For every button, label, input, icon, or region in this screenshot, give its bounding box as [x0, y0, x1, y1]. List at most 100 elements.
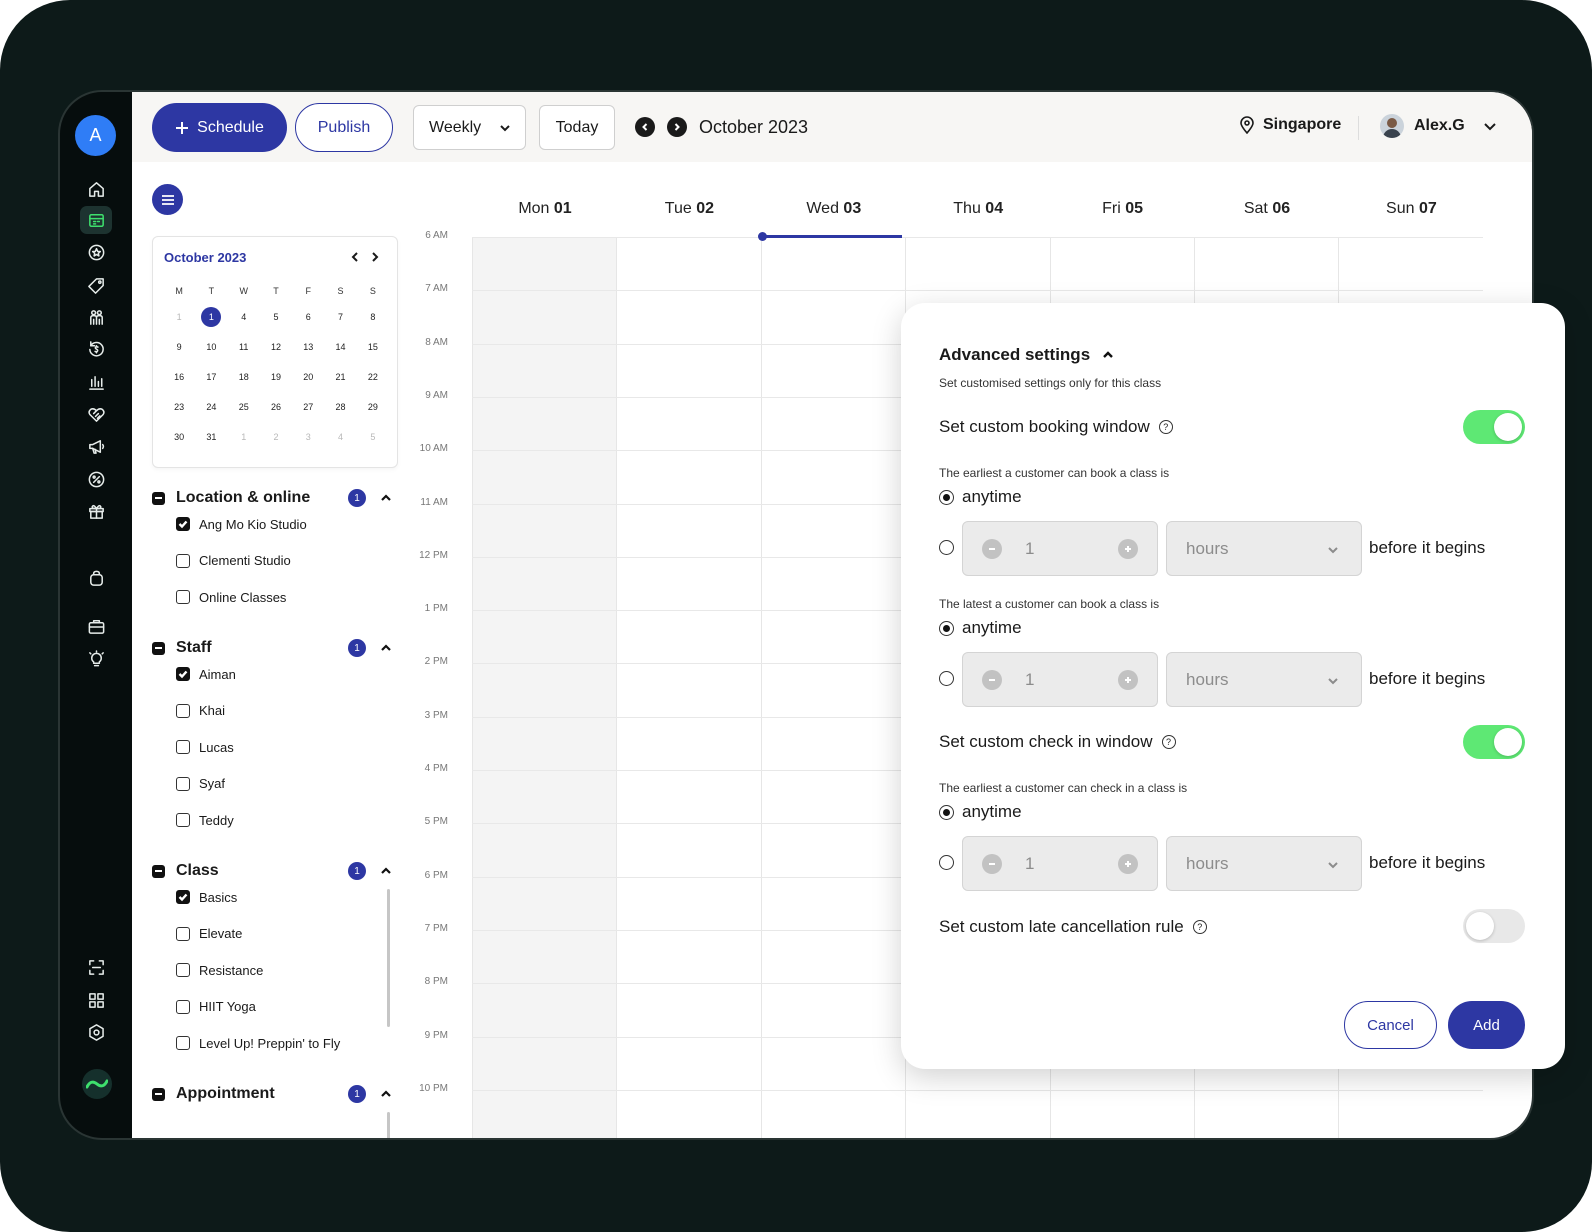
booking-earliest-anytime[interactable]: anytime: [939, 487, 1022, 507]
bar-chart-icon[interactable]: [80, 368, 112, 396]
plus-icon[interactable]: [1118, 670, 1138, 690]
refund-icon[interactable]: [80, 335, 112, 363]
scan-icon[interactable]: [80, 953, 112, 981]
handshake-icon[interactable]: [80, 400, 112, 428]
calendar-day[interactable]: 26: [260, 396, 292, 418]
calendar-day[interactable]: 5: [357, 426, 389, 448]
checkbox[interactable]: [176, 590, 190, 604]
day-header[interactable]: Wed 03: [761, 200, 907, 218]
today-button[interactable]: Today: [539, 105, 615, 150]
calendar-day[interactable]: 23: [163, 396, 195, 418]
next-week-button[interactable]: [667, 117, 687, 137]
publish-button[interactable]: Publish: [295, 103, 393, 152]
calendar-day[interactable]: 4: [228, 306, 260, 328]
calendar-day[interactable]: 12: [260, 336, 292, 358]
filter-option[interactable]: Resistance: [176, 960, 263, 980]
calendar-day[interactable]: 18: [228, 366, 260, 388]
minus-icon[interactable]: [982, 539, 1002, 559]
filter-group-0[interactable]: Location & online 1: [152, 487, 394, 509]
location-selector[interactable]: Singapore: [1239, 116, 1341, 134]
filter-group-1[interactable]: Staff 1: [152, 637, 394, 659]
calendar-day[interactable]: 1: [228, 426, 260, 448]
checkbox[interactable]: [176, 963, 190, 977]
booking-earliest-custom-radio[interactable]: [939, 540, 954, 555]
filter-option[interactable]: Syaf: [176, 774, 225, 794]
booking-latest-stepper[interactable]: 1: [962, 652, 1158, 707]
checkbox[interactable]: [176, 1036, 190, 1050]
calendar-day[interactable]: 11: [228, 336, 260, 358]
calendar-day[interactable]: 25: [228, 396, 260, 418]
checkin-window-toggle[interactable]: [1463, 725, 1525, 759]
mini-calendar-next[interactable]: [369, 250, 383, 264]
calendar-day[interactable]: 20: [292, 366, 324, 388]
calendar-day[interactable]: 29: [357, 396, 389, 418]
filter-group-2[interactable]: Class 1: [152, 860, 394, 882]
calendar-day[interactable]: 16: [163, 366, 195, 388]
checkbox[interactable]: [176, 667, 190, 681]
calendar-day[interactable]: 6: [292, 306, 324, 328]
calendar-day[interactable]: 14: [324, 336, 356, 358]
calendar-day[interactable]: 1: [163, 306, 195, 328]
checkbox[interactable]: [176, 740, 190, 754]
late-cancel-toggle[interactable]: [1463, 909, 1525, 943]
calendar-day[interactable]: 8: [357, 306, 389, 328]
day-column[interactable]: [616, 237, 760, 1138]
apps-grid-icon[interactable]: [80, 986, 112, 1014]
schedule-button[interactable]: Schedule: [152, 103, 287, 152]
gift-icon[interactable]: [80, 497, 112, 525]
calendar-day[interactable]: 30: [163, 426, 195, 448]
add-button[interactable]: Add: [1448, 1001, 1525, 1049]
plus-icon[interactable]: [1118, 539, 1138, 559]
calendar-day[interactable]: 27: [292, 396, 324, 418]
filter-option[interactable]: Online Classes: [176, 587, 286, 607]
settings-icon[interactable]: [80, 1018, 112, 1046]
day-header[interactable]: Tue 02: [616, 200, 762, 218]
calendar-day[interactable]: 31: [195, 426, 227, 448]
booking-latest-unit-select[interactable]: hours: [1166, 652, 1362, 707]
filter-option[interactable]: HIIT Yoga: [176, 997, 256, 1017]
calendar-day[interactable]: 3: [292, 426, 324, 448]
filter-option[interactable]: Teddy: [176, 810, 234, 830]
chevron-up-icon[interactable]: [380, 641, 393, 654]
mini-calendar-prev[interactable]: [349, 250, 363, 264]
booking-latest-anytime[interactable]: anytime: [939, 618, 1022, 638]
calendar-day[interactable]: 21: [324, 366, 356, 388]
filter-option[interactable]: Khai: [176, 701, 225, 721]
calendar-day[interactable]: 13: [292, 336, 324, 358]
collapse-all-checkbox[interactable]: [152, 864, 165, 878]
day-column[interactable]: [760, 237, 905, 1138]
collapse-all-checkbox[interactable]: [152, 641, 165, 655]
day-header[interactable]: Sat 06: [1194, 200, 1340, 218]
filter-option[interactable]: Clementi Studio: [176, 551, 291, 571]
chevron-up-icon[interactable]: [380, 491, 393, 504]
home-icon[interactable]: [80, 175, 112, 203]
checkin-earliest-unit-select[interactable]: hours: [1166, 836, 1362, 891]
booking-earliest-stepper[interactable]: 1: [962, 521, 1158, 576]
bulb-icon[interactable]: [80, 645, 112, 673]
cancel-button[interactable]: Cancel: [1344, 1001, 1437, 1049]
megaphone-icon[interactable]: [80, 432, 112, 460]
people-icon[interactable]: [80, 303, 112, 331]
calendar-icon[interactable]: [80, 206, 112, 234]
calendar-day[interactable]: 22: [357, 366, 389, 388]
help-icon[interactable]: ?: [1192, 920, 1207, 934]
calendar-day[interactable]: 17: [195, 366, 227, 388]
filter-group-3[interactable]: Appointment 1: [152, 1083, 394, 1105]
star-badge-icon[interactable]: [80, 238, 112, 266]
day-header[interactable]: Mon 01: [472, 200, 618, 218]
calendar-day[interactable]: 10: [195, 336, 227, 358]
checkbox[interactable]: [176, 813, 190, 827]
minus-icon[interactable]: [982, 670, 1002, 690]
checkbox[interactable]: [176, 999, 190, 1014]
calendar-day[interactable]: 7: [324, 306, 356, 328]
checkbox[interactable]: [176, 703, 190, 718]
chevron-up-icon[interactable]: [380, 1087, 393, 1100]
calendar-day[interactable]: 4: [324, 426, 356, 448]
booking-earliest-unit-select[interactable]: hours: [1166, 521, 1362, 576]
plus-icon[interactable]: [1118, 854, 1138, 874]
sidebar-toggle-button[interactable]: [152, 184, 183, 215]
calendar-day[interactable]: 2: [260, 426, 292, 448]
filter-option[interactable]: Lucas: [176, 737, 234, 757]
day-column[interactable]: [472, 237, 617, 1138]
calendar-day[interactable]: 5: [260, 306, 292, 328]
